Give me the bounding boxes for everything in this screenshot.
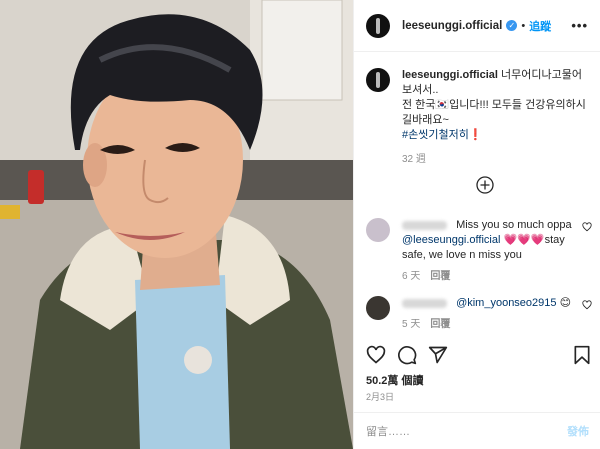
post-header: leeseunggi.official ✓ • 追蹤 ••• bbox=[354, 0, 600, 52]
post-panel: leeseunggi.official ✓ • 追蹤 ••• leeseungg… bbox=[353, 0, 600, 449]
follow-button[interactable]: 追蹤 bbox=[529, 18, 551, 34]
reply-button[interactable]: 回覆 bbox=[430, 319, 450, 330]
caption-avatar[interactable] bbox=[366, 68, 390, 92]
caption-text: leeseunggi.official 너무어디나고물어보셔서.. 전 한국🇰🇷… bbox=[402, 68, 586, 167]
separator: • bbox=[521, 19, 526, 32]
comment-mention[interactable]: @leeseunggi.official bbox=[402, 234, 500, 246]
reply-button[interactable]: 回覆 bbox=[430, 271, 450, 282]
more-options-button[interactable]: ••• bbox=[571, 18, 588, 33]
comment-mention[interactable]: @kim_yoonseo2915 bbox=[456, 297, 556, 309]
comment-avatar[interactable] bbox=[366, 296, 390, 320]
add-comment-bar: 留言…… 發佈 bbox=[354, 412, 600, 449]
comment-time: 5 天 bbox=[402, 319, 421, 330]
comment-avatar[interactable] bbox=[366, 218, 390, 242]
caption-hashtag[interactable]: #손씻기철저히 bbox=[402, 129, 469, 141]
avatar[interactable] bbox=[366, 13, 390, 38]
comment-text: Miss you so much oppa @leeseunggi.offici… bbox=[402, 218, 572, 284]
header-username[interactable]: leeseunggi.official bbox=[402, 20, 502, 32]
post-actions bbox=[366, 345, 592, 367]
comment-item: @kim_yoonseo2915 😊 5 天回覆 bbox=[366, 296, 592, 332]
caption-time: 32 週 bbox=[402, 154, 426, 165]
exclamation-icon: ❗ bbox=[468, 129, 483, 141]
comment-time: 6 天 bbox=[402, 271, 421, 282]
heart-icon[interactable] bbox=[366, 345, 386, 365]
post-date: 2月3日 bbox=[366, 392, 395, 402]
verified-badge-icon: ✓ bbox=[506, 20, 518, 31]
comment-body: Miss you so much oppa bbox=[456, 219, 572, 231]
comment-username[interactable] bbox=[402, 298, 447, 308]
comment-like-heart-icon[interactable] bbox=[582, 222, 592, 232]
caption: leeseunggi.official 너무어디나고물어보셔서.. 전 한국🇰🇷… bbox=[354, 52, 600, 167]
comment-item: Miss you so much oppa @leeseunggi.offici… bbox=[366, 218, 592, 284]
comment-text: @kim_yoonseo2915 😊 5 天回覆 bbox=[402, 296, 572, 332]
comment-meta: 5 天回覆 bbox=[402, 317, 572, 332]
bookmark-icon[interactable] bbox=[572, 345, 592, 365]
view-count[interactable]: 50.2萬 個讀 bbox=[366, 372, 423, 388]
caption-line2: 전 한국🇰🇷입니다!!! 모두들 건강유의하시길바래요~ bbox=[402, 99, 586, 126]
caption-username[interactable]: leeseunggi.official bbox=[402, 69, 498, 81]
comment-body-2: 😊 bbox=[559, 297, 572, 309]
comment-icon[interactable] bbox=[397, 345, 417, 365]
comment-like-heart-icon[interactable] bbox=[582, 300, 592, 310]
share-icon[interactable] bbox=[428, 345, 448, 365]
comment-meta: 6 天回覆 bbox=[402, 269, 572, 284]
plus-circle-icon[interactable] bbox=[476, 176, 494, 194]
post-comment-button[interactable]: 發佈 bbox=[567, 423, 589, 439]
comment-input[interactable]: 留言…… bbox=[366, 423, 410, 439]
post-photo[interactable] bbox=[0, 0, 353, 449]
comment-username[interactable] bbox=[402, 220, 447, 230]
